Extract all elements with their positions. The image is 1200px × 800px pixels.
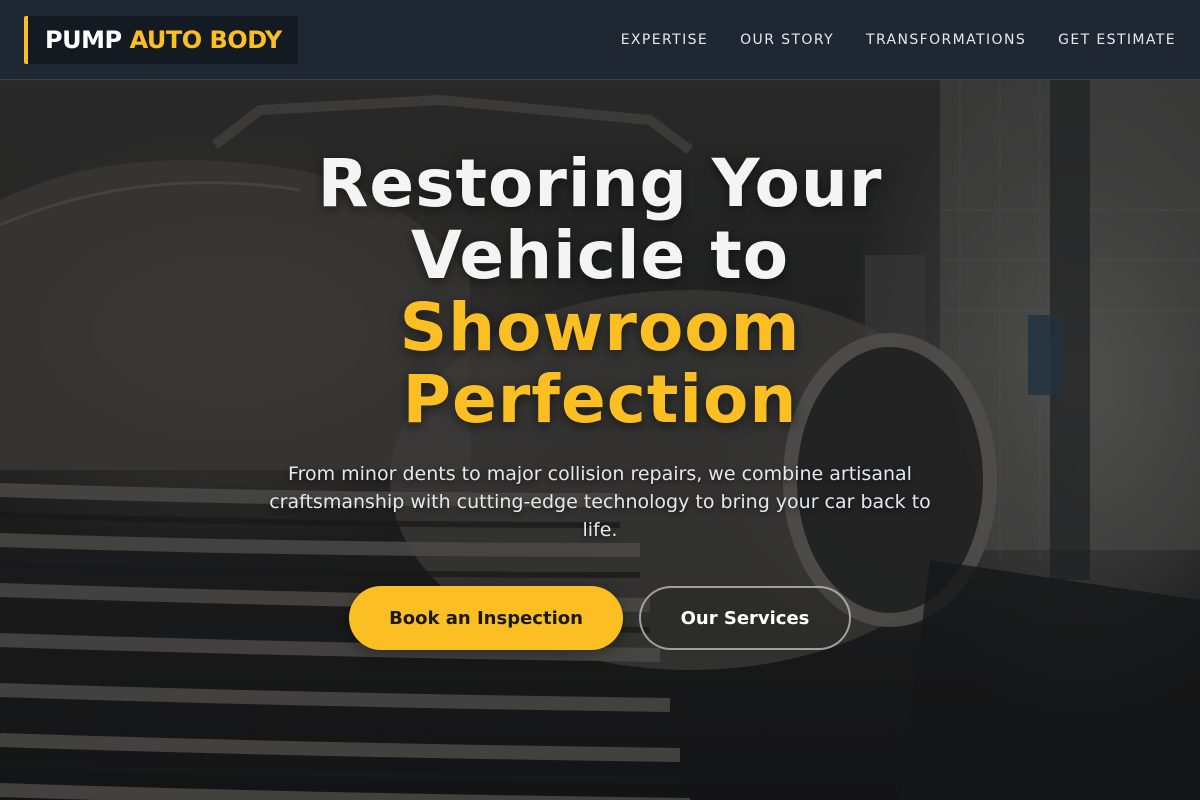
nav-link-expertise[interactable]: EXPERTISE [621, 32, 708, 48]
hero-title-accent-line-1: Showroom [399, 289, 801, 366]
main-nav: EXPERTISE OUR STORY TRANSFORMATIONS GET … [621, 32, 1176, 48]
hero-title: Restoring Your Vehicle to Showroom Perfe… [200, 148, 1000, 436]
nav-link-our-story[interactable]: OUR STORY [740, 32, 834, 48]
hero-subtitle: From minor dents to major collision repa… [269, 463, 931, 541]
brand-logo[interactable]: PUMP AUTO BODY [24, 15, 298, 64]
nav-link-get-estimate[interactable]: GET ESTIMATE [1058, 32, 1176, 48]
brand-name-primary: PUMP [45, 25, 122, 54]
hero-section: Restoring Your Vehicle to Showroom Perfe… [0, 80, 1200, 800]
our-services-button[interactable]: Our Services [639, 586, 851, 650]
site-header: PUMP AUTO BODY EXPERTISE OUR STORY TRANS… [0, 0, 1200, 80]
hero-title-accent-line-2: Perfection [402, 361, 798, 438]
book-inspection-button[interactable]: Book an Inspection [349, 586, 623, 650]
hero-title-line-1: Restoring Your [317, 145, 883, 222]
brand-name-accent: AUTO BODY [129, 25, 283, 54]
hero-title-line-2: Vehicle to [410, 217, 790, 294]
nav-link-transformations[interactable]: TRANSFORMATIONS [866, 32, 1026, 48]
hero-cta-group: Book an Inspection Our Services [349, 586, 851, 650]
